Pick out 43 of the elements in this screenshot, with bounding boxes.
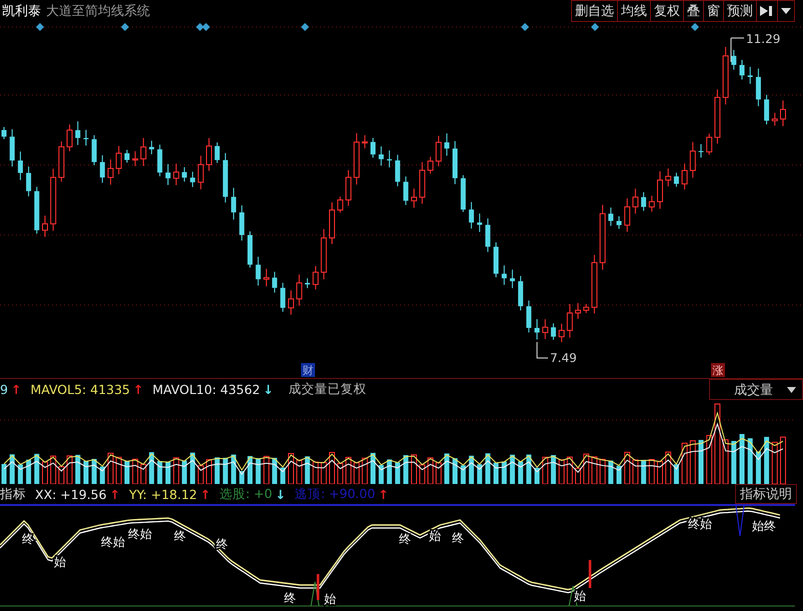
indicator-help-button[interactable]: 指标说明 [735, 484, 797, 504]
low-price-label: 7.49 [536, 342, 577, 365]
signal-label: 终 [174, 529, 186, 543]
toolbar-button[interactable]: 叠 [684, 1, 704, 21]
event-marker[interactable]: 财 [301, 363, 315, 377]
legend-value: 9 [0, 382, 8, 397]
toolbar-button[interactable]: 复权 [651, 1, 684, 21]
signal-label: 终 [399, 532, 411, 546]
trend-arrow: ↑ [200, 486, 211, 502]
legend-value: YY: +18.12 [129, 486, 198, 502]
signal-label: 终 [216, 537, 228, 551]
signal-label: 终 [284, 591, 296, 605]
indicator-dropdown[interactable]: 成交量 [709, 379, 803, 400]
signal-label: 始 [324, 592, 336, 606]
stock-name: 凯利泰 [2, 3, 41, 20]
trend-arrow: ↑ [133, 382, 144, 397]
signal-label: 终 [452, 531, 464, 545]
signal-label: 终始 [128, 527, 152, 541]
indicator-title: 指标 [0, 486, 26, 502]
signal-label: 始 [574, 589, 586, 603]
indicator-name: 大道至简均线系统 [46, 3, 150, 20]
signal-label: 始 [54, 555, 66, 569]
legend-value: XX: +19.56 [35, 486, 107, 502]
volume-note: 成交量已复权 [288, 381, 367, 398]
signal-label: 终始 [688, 517, 712, 531]
trend-arrow: ↑ [378, 486, 389, 502]
signal-label: 始 [429, 529, 441, 543]
signal-label: 始终 [752, 519, 776, 533]
toolbar-button[interactable]: 删自选 [572, 1, 618, 21]
signal-label: 终 [22, 532, 34, 546]
legend-value: 选股: +0 [220, 486, 272, 502]
legend-value: 逃顶: +90.00 [294, 486, 376, 502]
toolbar-button[interactable]: 预测 [724, 1, 757, 21]
trend-arrow: ↑ [110, 486, 120, 502]
legend-value: MAVOL5: 41335 [30, 382, 130, 397]
legend-value: MAVOL10: 43562 [152, 382, 260, 397]
signal-label: 终始 [101, 535, 125, 549]
toolbar-button[interactable]: 均线 [618, 1, 651, 21]
trend-arrow: ↓ [275, 486, 286, 502]
trend-arrow: ↑ [10, 382, 22, 397]
event-marker[interactable]: 涨 [711, 363, 725, 377]
high-price-label: 11.29 [730, 32, 780, 62]
trend-arrow: ↓ [263, 382, 274, 397]
